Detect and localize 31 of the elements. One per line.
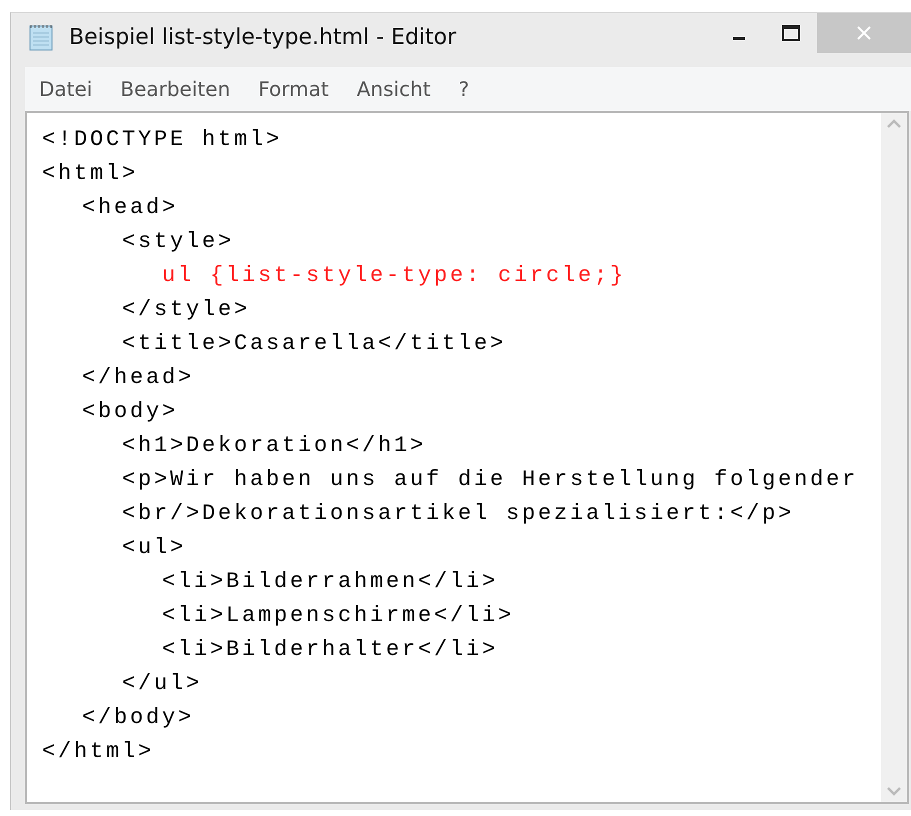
- menu-item[interactable]: Format: [258, 77, 329, 101]
- code-line: ul {list-style-type: circle;}: [162, 262, 628, 290]
- maximize-icon: [782, 25, 800, 41]
- code-line: <!DOCTYPE html>: [42, 126, 284, 154]
- code-line: <br/>Dekorationsartikel spezialisiert:</p>: [122, 500, 796, 528]
- code-line: <li>Bilderhalter</li>: [162, 636, 500, 664]
- scrollbar[interactable]: [881, 113, 907, 802]
- menu-item[interactable]: Datei: [39, 77, 92, 101]
- code-line: <head>: [82, 194, 180, 222]
- code-line: </html>: [42, 738, 156, 766]
- code-line: <title>Casarella</title>: [122, 330, 508, 358]
- code-line: <li>Bilderrahmen</li>: [162, 568, 500, 596]
- code-line: <ul>: [122, 534, 188, 562]
- code-line: <p>Wir haben uns auf die Herstellung folgender: [122, 466, 860, 494]
- menu-item[interactable]: ?: [458, 77, 470, 101]
- chevron-down-icon[interactable]: [887, 786, 901, 796]
- code-line: <html>: [42, 160, 140, 188]
- window-title: Beispiel list-style-type.html - Editor: [69, 25, 458, 50]
- code-line: </head>: [82, 364, 196, 392]
- code-line: <li>Lampenschirme</li>: [162, 602, 516, 630]
- menu-item[interactable]: Ansicht: [356, 77, 431, 101]
- menu-item[interactable]: Bearbeiten: [120, 77, 230, 101]
- code-line: </ul>: [122, 670, 204, 698]
- code-line: </style>: [122, 296, 252, 324]
- code-line: <h1>Dekoration</h1>: [122, 432, 428, 460]
- code-line: <style>: [122, 228, 236, 256]
- chevron-up-icon[interactable]: [887, 119, 901, 129]
- code-line: <body>: [82, 398, 180, 426]
- code-line: </body>: [82, 704, 196, 732]
- minimize-icon: [733, 36, 745, 40]
- close-icon: [856, 25, 872, 41]
